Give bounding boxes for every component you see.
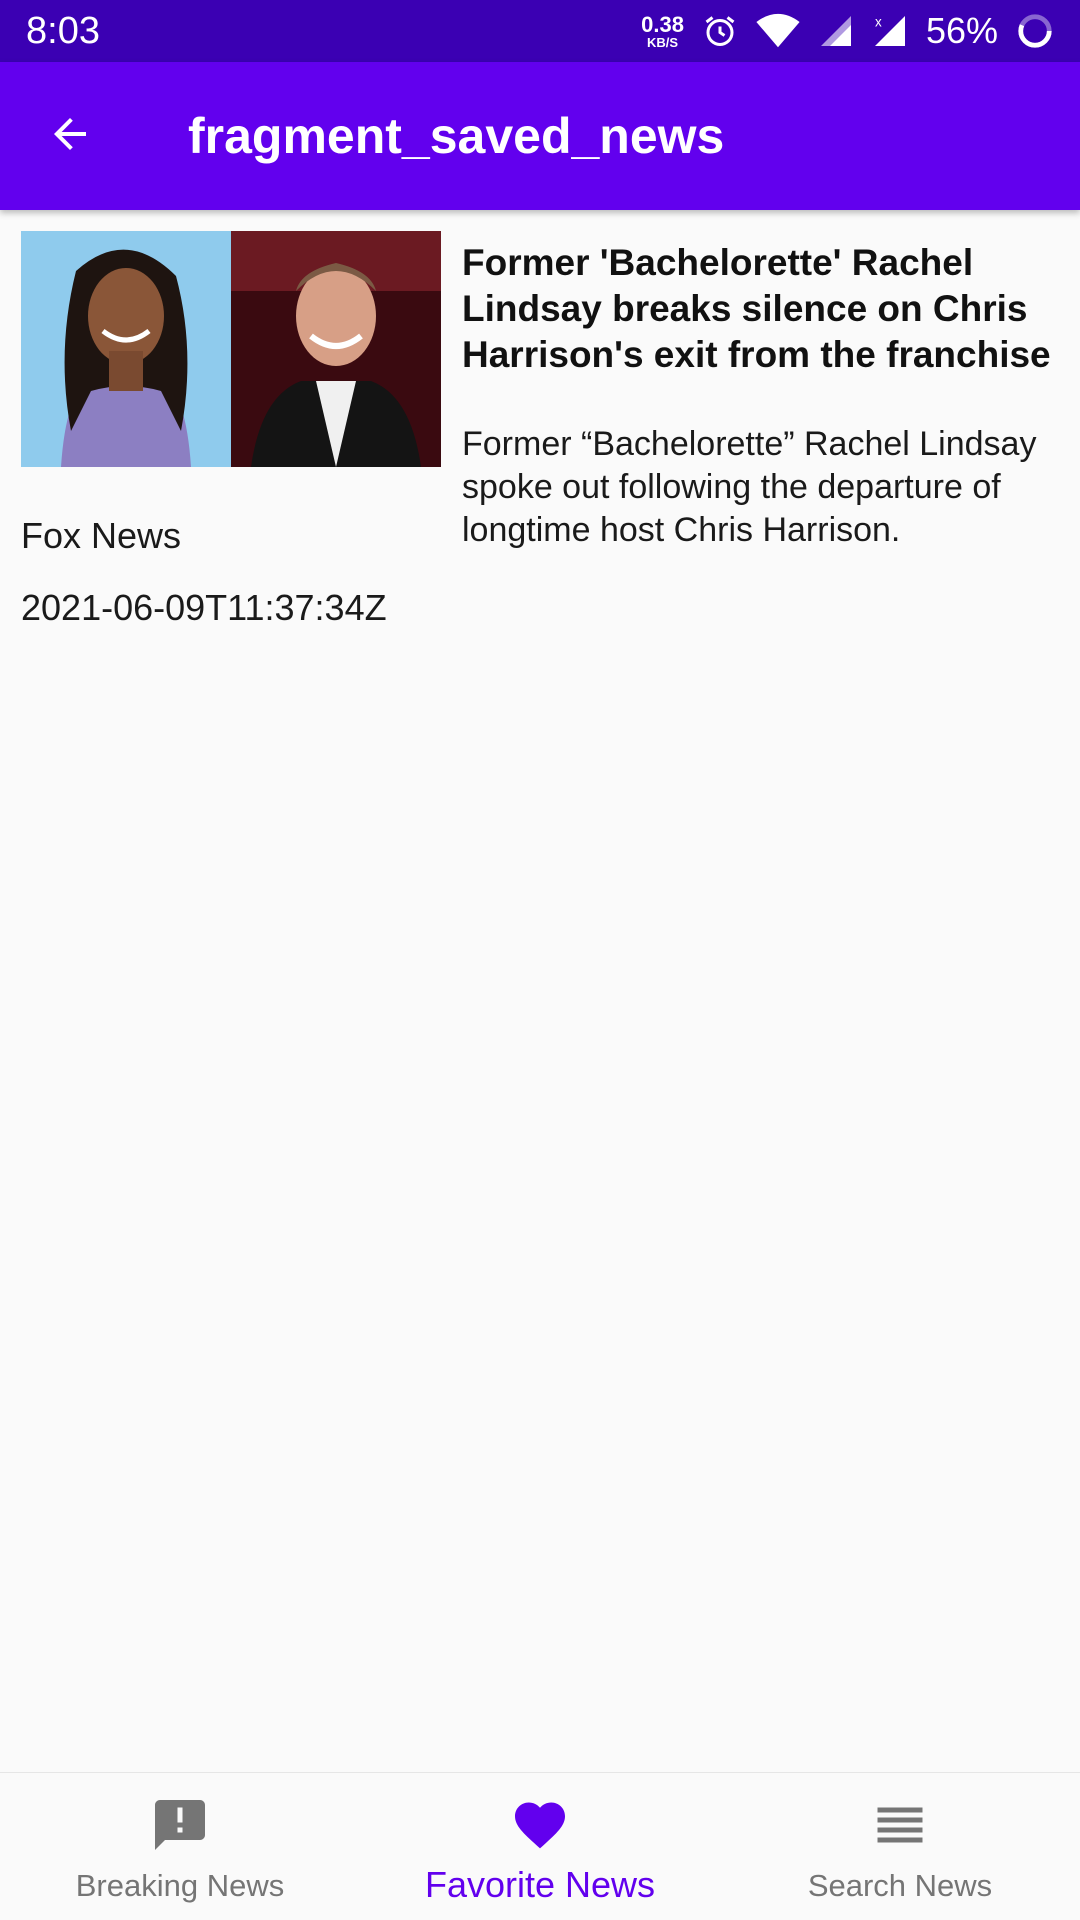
page-title: fragment_saved_news [188,108,725,164]
net-speed-value: 0.38 [641,11,684,37]
signal-no-data-icon: x [872,13,908,49]
article-image-left [21,231,231,467]
article-image-right [231,231,441,467]
nav-label-breaking-news: Breaking News [75,1868,285,1903]
status-time: 8:03 [26,9,100,52]
announcement-icon [150,1795,210,1860]
nav-favorite-news[interactable]: Favorite News [360,1773,720,1920]
status-bar: 8:03 0.38 KB/S x 56% [0,0,1080,62]
nav-search-news[interactable]: Search News [720,1773,1080,1920]
list-icon [870,1795,930,1860]
article-description: Former “Bachelorette” Rachel Lindsay spo… [462,425,1037,549]
net-speed-unit: KB/S [646,34,679,50]
wifi-icon [756,13,800,49]
article-date: 2021-06-09T11:37:34Z [21,587,387,628]
net-speed: 0.38 KB/S [641,11,684,50]
nav-breaking-news[interactable]: Breaking News [0,1773,360,1920]
signal-icon [818,13,854,49]
alarm-icon [702,13,738,49]
svg-text:x: x [875,15,882,30]
article-title: Former 'Bachelorette' Rachel Lindsay bre… [462,242,1051,375]
battery-icon [1016,12,1054,50]
article-image [21,231,441,467]
arrow-back-icon [46,110,94,163]
app-bar: fragment_saved_news [0,62,1080,210]
article-source: Fox News [21,515,182,556]
nav-label-favorite-news: Favorite News [424,1864,656,1905]
saved-news-list: Former 'Bachelorette' Rachel Lindsay bre… [0,210,1080,660]
article-item[interactable]: Former 'Bachelorette' Rachel Lindsay bre… [0,210,1080,660]
status-icons: 0.38 KB/S x 56% [641,10,1054,52]
bottom-navigation: Breaking News Favorite News Search News [0,1772,1080,1920]
battery-percent: 56% [925,10,998,51]
nav-label-search-news: Search News [807,1868,993,1903]
heart-icon [510,1795,570,1860]
back-button[interactable] [10,62,130,210]
